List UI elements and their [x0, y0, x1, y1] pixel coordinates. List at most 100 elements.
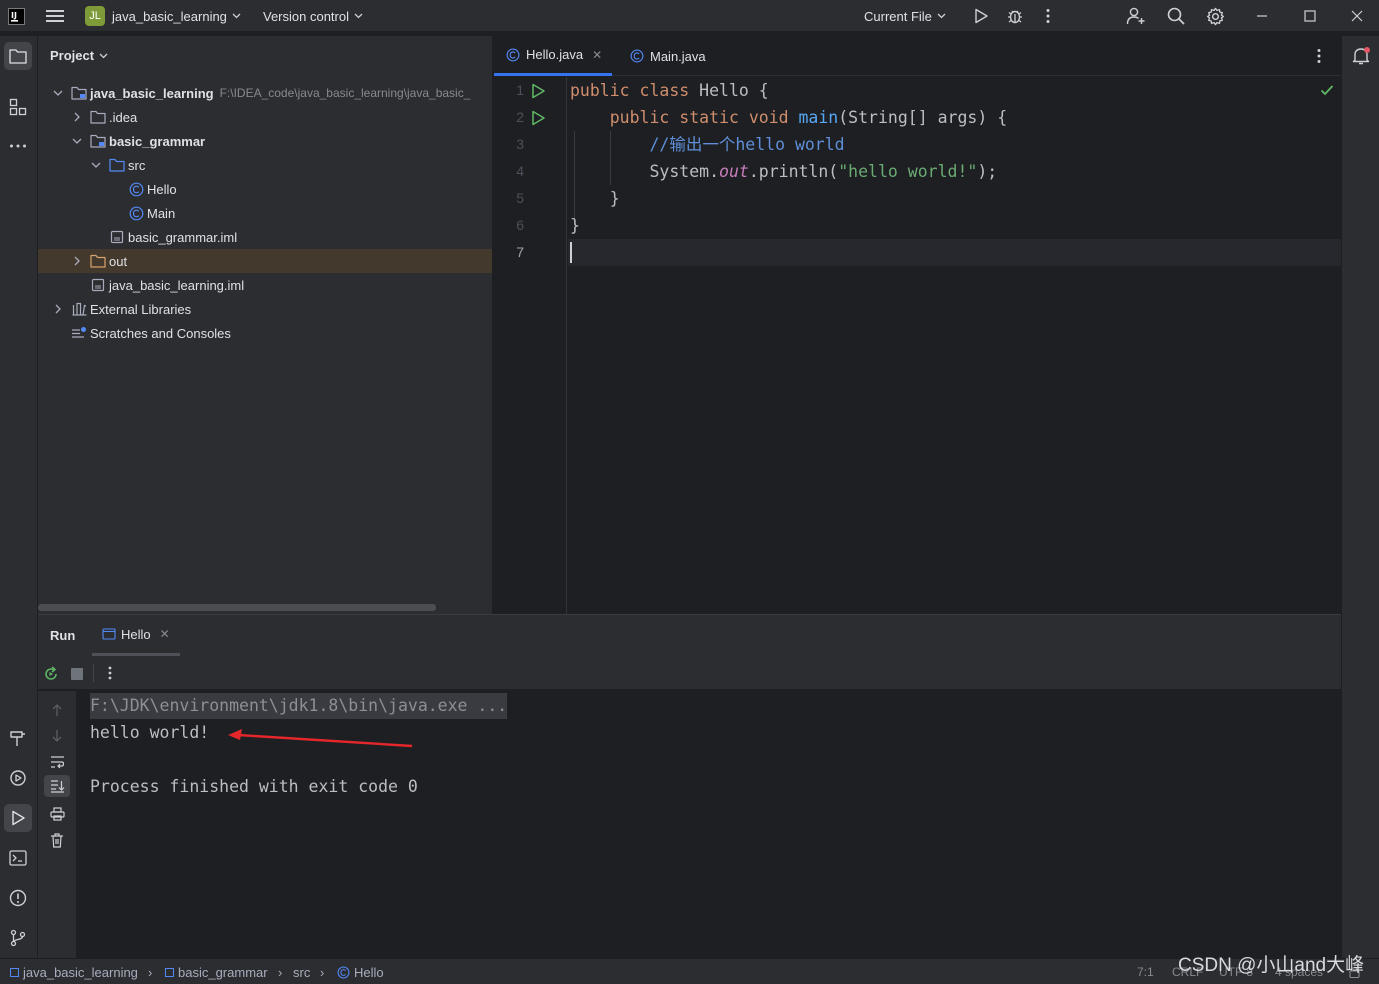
- chevron-right-icon[interactable]: [71, 111, 83, 123]
- minimize-button[interactable]: [1256, 0, 1268, 32]
- tab-options-button[interactable]: [1316, 36, 1322, 76]
- code-line-4[interactable]: System.out.println("hello world!");: [570, 158, 997, 185]
- code-line-3[interactable]: //输出一个hello world: [570, 131, 844, 158]
- project-view-selector[interactable]: Project: [50, 48, 108, 63]
- tree-item-label: Hello: [147, 181, 177, 197]
- no-problems-check-icon[interactable]: [1320, 84, 1334, 96]
- tree-item-hello[interactable]: Hello: [38, 177, 492, 201]
- run-tab-hello[interactable]: Hello ✕: [92, 615, 180, 656]
- more-actions-button[interactable]: [1045, 0, 1051, 32]
- services-tool-button[interactable]: [4, 764, 32, 792]
- intellij-logo-icon[interactable]: IJ: [8, 0, 25, 32]
- line-number: 4: [516, 163, 524, 179]
- folder-icon: [9, 49, 27, 64]
- close-icon: [1351, 10, 1363, 22]
- more-horizontal-icon: [10, 144, 26, 148]
- module-folder-icon: [90, 133, 106, 149]
- debug-button[interactable]: [1006, 0, 1024, 32]
- tree-item-out[interactable]: out: [38, 249, 492, 273]
- problems-tool-button[interactable]: [4, 884, 32, 912]
- breadcrumb-label: src: [293, 964, 311, 980]
- tab-main-java[interactable]: Main.java: [630, 36, 706, 76]
- source-folder-icon: [109, 157, 125, 173]
- chevron-down-icon: [937, 13, 946, 19]
- close-window-button[interactable]: [1351, 0, 1363, 32]
- rerun-button[interactable]: [43, 666, 59, 682]
- main-menu-button[interactable]: [46, 0, 64, 32]
- chevron-down-icon: [99, 53, 108, 58]
- maximize-button[interactable]: [1304, 0, 1316, 32]
- chevron-right-icon[interactable]: [52, 303, 64, 315]
- code-with-me-button[interactable]: [1126, 0, 1146, 32]
- console-exit-line[interactable]: Process finished with exit code 0: [90, 774, 418, 800]
- breadcrumb-src[interactable]: src: [293, 959, 310, 984]
- scroll-to-end-icon: [51, 780, 65, 793]
- settings-button[interactable]: [1206, 0, 1225, 32]
- tree-item-java-basic-learning-iml[interactable]: java_basic_learning.iml: [38, 273, 492, 297]
- terminal-tool-button[interactable]: [4, 844, 32, 872]
- stop-button[interactable]: [71, 668, 83, 680]
- tree-item-main[interactable]: Main: [38, 201, 492, 225]
- code-line-6[interactable]: }: [570, 212, 580, 239]
- soft-wrap-icon: [51, 756, 65, 769]
- code-line-1[interactable]: public class Hello {: [570, 77, 769, 104]
- tree-item-java-basic-learning[interactable]: java_basic_learning F:\IDEA_code\java_ba…: [38, 81, 492, 105]
- console-command-line[interactable]: F:\JDK\environment\jdk1.8\bin\java.exe .…: [90, 693, 508, 719]
- chevron-right-icon: ›: [278, 964, 283, 980]
- caret-position[interactable]: 7:1: [1137, 959, 1154, 984]
- code-line-2[interactable]: public static void main(String[] args) {: [570, 104, 1007, 131]
- build-tool-button[interactable]: [4, 724, 32, 752]
- tree-item-scratches[interactable]: Scratches and Consoles: [38, 321, 492, 345]
- java-class-icon: [128, 181, 144, 197]
- breadcrumb-hello[interactable]: Hello: [337, 959, 384, 984]
- git-tool-button[interactable]: [4, 924, 32, 952]
- run-more-button[interactable]: [107, 666, 113, 680]
- more-tools-button[interactable]: [4, 132, 32, 160]
- soft-wrap-button[interactable]: [50, 755, 65, 769]
- vcs-selector[interactable]: Version control: [263, 0, 363, 32]
- tab-hello-java[interactable]: Hello.java ✕: [494, 36, 613, 76]
- tree-item-basic-grammar-iml[interactable]: basic_grammar.iml: [38, 225, 492, 249]
- tree-item-idea[interactable]: .idea: [38, 105, 492, 129]
- chevron-down-icon[interactable]: [52, 87, 64, 99]
- line-number: 5: [516, 190, 524, 206]
- run-button[interactable]: [973, 0, 989, 32]
- module-icon: [10, 967, 19, 977]
- line-number: 6: [516, 217, 524, 233]
- left-tool-strip: [0, 36, 38, 958]
- run-gutter-icon[interactable]: [530, 83, 546, 99]
- breadcrumb-java-basic-learning[interactable]: java_basic_learning: [10, 959, 138, 984]
- code-line-5[interactable]: }: [570, 185, 620, 212]
- scroll-to-end-button[interactable]: [44, 775, 70, 797]
- run-gutter-icon[interactable]: [530, 110, 546, 126]
- editor-area: Hello.java ✕ Main.java 1 2 3 4 5 6 7 pub…: [494, 36, 1341, 614]
- chevron-down-icon[interactable]: [71, 135, 83, 147]
- structure-tool-button[interactable]: [4, 93, 32, 121]
- chevron-right-icon[interactable]: [71, 255, 83, 267]
- clear-console-button[interactable]: [50, 833, 64, 848]
- run-config-selector[interactable]: Current File: [864, 0, 946, 32]
- tree-item-basic-grammar[interactable]: basic_grammar: [38, 129, 492, 153]
- tab-label: Main.java: [650, 48, 706, 64]
- module-folder-icon: [71, 85, 87, 101]
- project-horizontal-scrollbar[interactable]: [38, 604, 436, 611]
- project-selector[interactable]: JL java_basic_learning: [85, 0, 241, 32]
- close-icon[interactable]: ✕: [592, 48, 602, 62]
- scroll-down-button[interactable]: [50, 729, 64, 743]
- scroll-up-button[interactable]: [50, 703, 64, 717]
- project-tool-button[interactable]: [4, 42, 32, 70]
- print-button[interactable]: [50, 807, 65, 821]
- console-output-line[interactable]: hello world!: [90, 720, 209, 746]
- tree-item-label: basic_grammar: [109, 133, 206, 149]
- close-icon[interactable]: ✕: [160, 627, 170, 641]
- breadcrumb-basic-grammar[interactable]: basic_grammar: [165, 959, 268, 984]
- run-tab-label: Hello: [121, 626, 151, 642]
- chevron-down-icon[interactable]: [90, 159, 102, 171]
- tree-item-external-libraries[interactable]: External Libraries: [38, 297, 492, 321]
- notifications-button[interactable]: [1347, 42, 1375, 70]
- chevron-down-icon: [232, 13, 241, 19]
- tree-item-src[interactable]: src: [38, 153, 492, 177]
- run-tool-button[interactable]: [4, 804, 32, 832]
- search-button[interactable]: [1167, 0, 1185, 32]
- trash-icon: [51, 833, 63, 848]
